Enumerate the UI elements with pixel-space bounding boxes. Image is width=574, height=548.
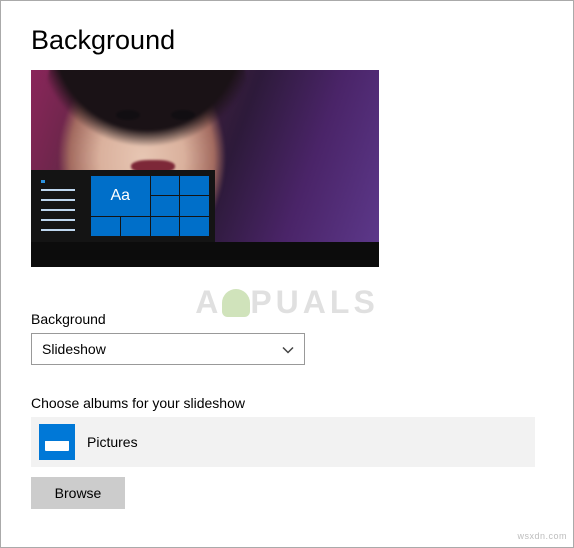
desktop-preview: Aa (31, 70, 379, 267)
background-label: Background (31, 311, 543, 327)
pictures-folder-icon (39, 424, 75, 460)
background-dropdown[interactable]: Slideshow (31, 333, 305, 365)
album-item[interactable]: Pictures (31, 417, 535, 467)
browse-button[interactable]: Browse (31, 477, 125, 509)
page-title: Background (31, 25, 543, 56)
background-dropdown-value: Slideshow (42, 341, 106, 357)
albums-label: Choose albums for your slideshow (31, 395, 543, 411)
taskbar-preview (31, 242, 379, 267)
album-item-label: Pictures (87, 434, 138, 450)
start-menu-preview: Aa (31, 170, 215, 242)
sample-text-tile: Aa (91, 176, 150, 216)
source-note: wsxdn.com (517, 531, 567, 541)
chevron-down-icon (282, 343, 294, 355)
